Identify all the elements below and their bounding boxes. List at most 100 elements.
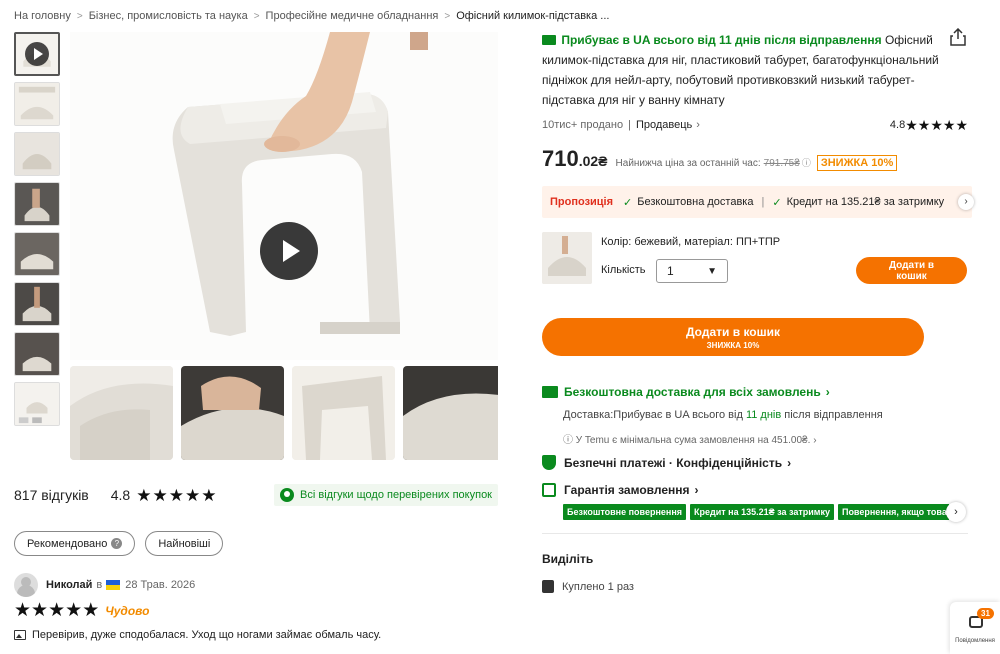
secure-payments[interactable]: Безпечні платежі · Конфіденційність › — [542, 455, 791, 470]
sub-image[interactable] — [181, 366, 284, 460]
reviewer-name: Николай — [46, 579, 93, 591]
breadcrumb-business[interactable]: Бізнес, промисловість та наука — [89, 10, 248, 22]
thumbnail-image[interactable] — [14, 132, 60, 176]
seller-link[interactable]: Продавець — [636, 119, 692, 131]
chevron-right-icon: › — [694, 483, 699, 497]
stool-image — [70, 32, 498, 360]
star-half-icon: ★ — [201, 485, 217, 505]
truck-icon — [542, 386, 558, 398]
chevron-right-icon: > — [253, 10, 260, 22]
thumbnail-video[interactable] — [14, 32, 60, 76]
shipping-prefix: Доставка: — [563, 409, 614, 421]
thumbnail-image[interactable] — [14, 382, 60, 426]
star-icon: ★ — [955, 117, 968, 133]
breadcrumb-current: Офісний килимок-підставка ... — [456, 10, 610, 22]
product-meta: 10тис+ продано | Продавець › 4.8 ★ ★ ★ ★ ★ — [542, 117, 968, 133]
add-to-cart-button[interactable]: Додати в кошик ЗНИЖКА 10% — [542, 318, 924, 356]
truck-icon — [542, 35, 556, 45]
secure-payments-label: Безпечні платежі · Конфіденційність — [564, 455, 783, 470]
add-to-cart-small-button[interactable]: Додати в кошик — [856, 257, 967, 284]
reviews-count[interactable]: 817 відгуків — [14, 487, 89, 503]
guarantee-chips: Безкоштовне повернення Кредит на 135.21₴… — [563, 504, 949, 520]
add-to-cart-small-l2: кошик — [896, 270, 927, 282]
product-rating[interactable]: 4.8 ★ ★ ★ ★ ★ — [890, 118, 968, 132]
shipping-minimum[interactable]: ⓘ У Temu є мінімальна сума замовлення на… — [563, 431, 817, 446]
arrival-text: Прибуває в UA всього від 11 днів після в… — [561, 33, 882, 47]
product-thumbnail-image — [15, 183, 59, 225]
shipping-suffix: після відправлення — [781, 409, 883, 421]
thumbnail-image[interactable] — [14, 332, 60, 376]
product-info: Прибуває в UA всього від 11 днів після в… — [542, 30, 968, 110]
guarantee-chip: Безкоштовне повернення — [563, 504, 687, 520]
product-thumbnail-image — [15, 383, 59, 425]
play-video-button[interactable] — [260, 222, 318, 280]
star-icon: ★ — [942, 117, 956, 133]
variant-image[interactable] — [542, 232, 592, 284]
add-to-cart-discount: ЗНИЖКА 10% — [706, 340, 760, 350]
shield-icon — [542, 455, 556, 470]
breadcrumb-medical[interactable]: Професійне медичне обладнання — [266, 10, 439, 22]
product-rating-value: 4.8 — [889, 119, 906, 131]
thumbnail-image[interactable] — [14, 282, 60, 326]
sort-recommended-label: Рекомендовано — [27, 537, 108, 550]
chips-next-button[interactable]: › — [946, 502, 966, 522]
sub-image-picture — [292, 366, 395, 460]
order-guarantee[interactable]: Гарантія замовлення › — [542, 483, 699, 497]
check-icon: ✓ — [623, 196, 633, 209]
divider — [542, 533, 968, 534]
sort-recommended-button[interactable]: Рекомендовано ? — [14, 531, 136, 556]
breadcrumb-home[interactable]: На головну — [14, 10, 71, 22]
star-icon: ★ — [168, 485, 184, 505]
chevron-down-icon: ▼ — [707, 265, 717, 277]
shipping-mid: Прибуває в UA всього від — [613, 409, 746, 421]
chevron-right-icon: › — [696, 119, 700, 131]
shipping-title[interactable]: Безкоштовна доставка для всіх замовлень … — [542, 385, 830, 399]
avatar — [14, 573, 38, 597]
messages-count: 31 — [977, 608, 994, 619]
thumbnail-image[interactable] — [14, 82, 60, 126]
highlight-title: Виділіть — [542, 552, 594, 566]
reviewer-info: Николай в 28 Трав. 2026 — [14, 573, 195, 597]
main-product-image[interactable] — [70, 32, 498, 360]
breadcrumb: На головну > Бізнес, промисловість та на… — [14, 8, 609, 24]
thumbnail-image[interactable] — [14, 182, 60, 226]
reviews-rating: 4.8 — [110, 487, 131, 503]
star-icon: ★ — [184, 485, 201, 505]
share-icon[interactable] — [950, 28, 966, 46]
play-icon — [25, 42, 49, 66]
add-to-cart-label: Додати в кошик — [685, 324, 781, 339]
sub-image[interactable] — [403, 366, 498, 460]
star-icon: ★ — [31, 600, 49, 621]
promo-credit: ✓ Кредит на 135.21₴ за затримку — [772, 196, 944, 209]
guarantee-chip: Кредит на 135.21₴ за затримку — [690, 504, 834, 520]
product-thumbnail-image — [15, 283, 59, 325]
variant-label[interactable]: Колір: бежевий, матеріал: ПП+ТПР — [601, 236, 780, 248]
promo-tag: Пропозиція — [550, 196, 614, 208]
star-icon: ★ — [917, 117, 931, 133]
sub-image[interactable] — [292, 366, 395, 460]
shipping-delivery: Доставка:Прибуває в UA всього від 11 дні… — [563, 409, 883, 421]
info-icon[interactable]: ⓘ — [802, 156, 811, 169]
image-icon — [14, 630, 26, 640]
shipping-title-text: Безкоштовна доставка для всіх замовлень — [564, 385, 821, 399]
reviews-header: 817 відгуків 4.8 ★ ★ ★ ★ ★ Всі відгуки щодо … — [14, 484, 498, 506]
review-badge: Чудово — [105, 603, 150, 618]
thumbnail-image[interactable] — [14, 232, 60, 276]
add-to-cart-small-l1: Додати в — [888, 259, 935, 271]
star-icon: ★ — [82, 600, 100, 621]
thumbnail-list — [14, 32, 60, 432]
price-old: 791.75₴ — [763, 158, 800, 169]
promo-bar[interactable]: Пропозиція ✓ Безкоштовна доставка | ✓ Кр… — [542, 186, 972, 218]
quantity-select[interactable]: 1 ▼ — [656, 259, 728, 283]
chevron-right-icon: > — [444, 10, 451, 22]
messages-button[interactable]: 31 Повідомлення — [950, 602, 1000, 654]
help-icon[interactable]: ? — [111, 538, 123, 549]
price-row: 710 .02₴ Найнижча ціна за останній час: … — [542, 146, 898, 176]
quantity-label: Кількість — [601, 264, 646, 276]
product-thumbnail-image — [15, 133, 59, 175]
price-main: 710 — [542, 146, 579, 171]
quantity-value: 1 — [667, 264, 674, 278]
sort-newest-button[interactable]: Найновіші — [145, 531, 224, 556]
sub-image[interactable] — [70, 366, 173, 460]
promo-next-button[interactable]: › — [958, 194, 974, 210]
